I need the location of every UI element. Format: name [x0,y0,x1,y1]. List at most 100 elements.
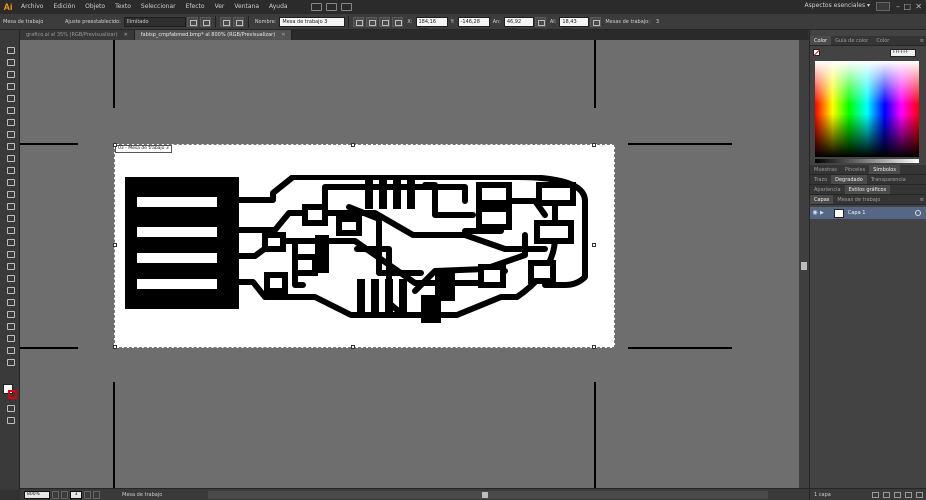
show-center-mark-icon[interactable] [366,16,378,27]
tab-artboards[interactable]: Mesas de trabajo [833,195,884,204]
menu-ver[interactable]: Ver [210,0,230,14]
menu-objeto[interactable]: Objeto [80,0,110,14]
zoom-tool-icon[interactable] [6,358,15,366]
move-with-artboard-icon[interactable] [353,16,365,27]
resize-handle[interactable] [113,345,117,349]
workspace-switcher[interactable]: Aspectos esenciales [805,2,870,9]
hex-input[interactable]: FFFFFF [890,49,916,57]
locate-object-icon[interactable] [872,492,879,498]
vertical-scrollbar[interactable] [799,40,809,488]
graph-icon[interactable] [6,250,15,258]
close-icon[interactable]: ✕ [124,32,128,38]
menu-edicion[interactable]: Edición [48,0,80,14]
mesh-icon[interactable] [6,262,15,270]
arrange-documents-icon[interactable] [325,3,337,11]
rotate-icon[interactable] [6,190,15,198]
tab-color-kuler[interactable]: Color [872,36,893,45]
eyedropper-icon[interactable] [6,286,15,294]
menu-ventana[interactable]: Ventana [229,0,264,14]
tab-gradient[interactable]: Degradado [831,175,867,184]
resize-handle[interactable] [592,143,596,147]
live-paint-icon[interactable] [6,310,15,318]
menu-seleccionar[interactable]: Seleccionar [136,0,181,14]
prev-artboard-icon[interactable] [61,490,68,499]
tab-layers[interactable]: Capas [810,195,834,204]
gpu-icon[interactable] [340,3,352,11]
delete-layer-icon[interactable] [916,492,923,498]
maximize-button[interactable]: □ [903,2,911,12]
resize-handle[interactable] [351,345,355,349]
artboard-number-input[interactable]: 3 [70,490,82,499]
resize-handle[interactable] [592,345,596,349]
resize-handle[interactable] [113,243,117,247]
gradient-icon[interactable] [6,274,15,282]
paintbrush-icon[interactable] [6,142,15,150]
panel-menu-icon[interactable]: ≡ [920,36,926,45]
selection-tool-icon[interactable] [6,46,15,54]
landscape-icon[interactable] [199,16,211,27]
screen-mode-icon[interactable] [6,416,15,424]
last-artboard-icon[interactable] [93,490,100,499]
blend-icon[interactable] [6,298,15,306]
blob-brush-icon[interactable] [6,166,15,174]
artboard-name-input[interactable]: Mesa de trabajo 3 [279,16,346,27]
resize-handle[interactable] [351,143,355,147]
tab-stroke[interactable]: Trazo [810,175,831,184]
tab-graphic-styles[interactable]: Estilos gráficos [844,185,891,194]
tab-symbols[interactable]: Símbolos [869,165,900,174]
rectangle-tool-icon[interactable] [6,130,15,138]
w-input[interactable]: 46,92 mm [503,16,534,33]
direct-selection-tool-icon[interactable] [6,58,15,66]
bridge-icon[interactable] [310,3,322,11]
delete-artboard-icon[interactable] [232,16,244,27]
tab-grafico[interactable]: grafico.ai al 35% (RGB/Previsualizar) ✕ [20,30,135,40]
tab-brushes[interactable]: Pinceles [841,165,869,174]
tab-swatches[interactable]: Muestras [810,165,841,174]
line-tool-icon[interactable] [6,118,15,126]
symbol-sprayer-icon[interactable] [6,238,15,246]
first-artboard-icon[interactable] [52,490,59,499]
portrait-icon[interactable] [186,16,198,27]
artboard-tool-icon[interactable] [6,322,15,330]
slice-icon[interactable] [6,334,15,342]
new-sublayer-icon[interactable] [894,492,901,498]
stroke-swatch[interactable] [8,390,17,399]
close-icon[interactable]: ✕ [281,32,285,38]
y-input[interactable]: -146,28 mm [457,16,490,33]
menu-archivo[interactable]: Archivo [16,0,48,14]
magic-wand-icon[interactable] [6,70,15,78]
clipping-mask-icon[interactable] [883,492,890,498]
none-swatch[interactable] [813,49,820,56]
color-spectrum[interactable] [815,61,919,157]
eye-icon[interactable]: ◉ [810,207,820,219]
target-icon[interactable] [915,210,921,216]
type-tool-icon[interactable] [6,106,15,114]
status-label[interactable]: Mesa de trabajo [122,492,162,498]
new-layer-icon[interactable] [905,492,912,498]
scroll-thumb[interactable] [801,262,807,270]
tab-color[interactable]: Color [810,36,832,45]
lasso-icon[interactable] [6,82,15,90]
tab-appearance[interactable]: Apariencia [810,185,845,194]
link-proportions-icon[interactable] [534,16,546,27]
new-artboard-icon[interactable] [219,16,231,27]
resize-handle[interactable] [113,143,117,147]
arrange-icon[interactable] [590,16,602,27]
menu-efecto[interactable]: Efecto [181,0,210,14]
horizontal-scrollbar[interactable] [208,490,769,499]
tab-fabisp[interactable]: fabisp_cmpfabmed.bmp* al 800% (RGB/Previ… [134,30,293,40]
menu-ayuda[interactable]: Ayuda [264,0,293,14]
preset-select[interactable]: Ilimitado [123,16,186,27]
zoom-select[interactable]: 800% [24,490,50,499]
scroll-thumb[interactable] [482,491,489,498]
menu-texto[interactable]: Texto [110,0,136,14]
pen-tool-icon[interactable] [6,94,15,102]
minimize-button[interactable]: – [896,2,900,12]
warp-icon[interactable] [6,214,15,222]
tab-transparency[interactable]: Transparencia [867,175,910,184]
pencil-icon[interactable] [6,154,15,162]
x-input[interactable]: 184,16 mm [415,16,448,33]
panel-menu-icon[interactable]: ≡ [920,195,926,204]
color-mode-icon[interactable] [6,404,15,412]
layer-name[interactable]: Capa 1 [848,210,866,216]
